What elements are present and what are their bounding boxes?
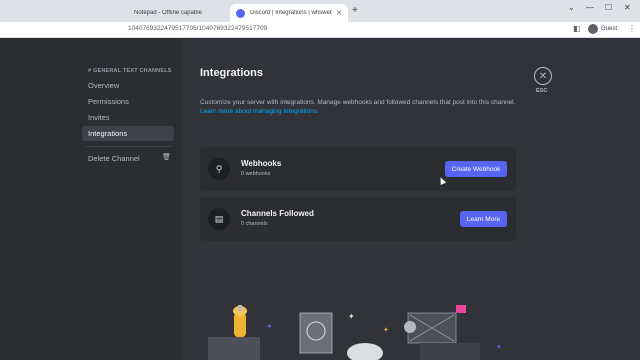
menu-icon[interactable]: ⋮ bbox=[628, 24, 636, 33]
maximize-button[interactable]: ☐ bbox=[605, 3, 612, 12]
svg-text:✦: ✦ bbox=[383, 326, 389, 334]
svg-text:✦: ✦ bbox=[348, 312, 355, 321]
browser-toolbar: 1040769322479517706/1040769322479517709 … bbox=[0, 22, 640, 38]
learn-more-button[interactable]: Learn More bbox=[460, 211, 507, 227]
browser-tab-notepad[interactable]: Notepad - Offline capable bbox=[128, 4, 230, 22]
page-title: Integrations bbox=[200, 67, 263, 79]
address-bar[interactable]: 1040769322479517706/1040769322479517709 bbox=[128, 25, 267, 32]
tab-title: Discord | Integrations | whswebh bbox=[250, 10, 333, 16]
trash-icon: 🗑 bbox=[162, 154, 171, 161]
browser-tab-discord[interactable]: Discord | Integrations | whswebh ✕ bbox=[230, 4, 348, 22]
learn-more-link[interactable]: Learn more about managing integrations. bbox=[200, 108, 319, 115]
esc-label: ESC bbox=[536, 88, 548, 94]
webhooks-card: ⚲ Webhooks 0 webhooks Create Webhook bbox=[200, 147, 516, 191]
delete-channel-button[interactable]: Delete Channel bbox=[82, 151, 174, 166]
channels-followed-card: ▤ Channels Followed 0 channels Learn Mor… bbox=[200, 197, 516, 241]
integrations-illustration: ✦ ✦ ✦ ✦ bbox=[208, 305, 502, 360]
close-settings-button[interactable]: ✕ bbox=[534, 67, 552, 85]
minimize-button[interactable]: — bbox=[586, 3, 594, 12]
card-title: Channels Followed bbox=[241, 209, 314, 218]
sidebar-divider bbox=[86, 146, 172, 147]
channels-followed-icon: ▤ bbox=[208, 208, 230, 230]
svg-text:✦: ✦ bbox=[266, 322, 273, 331]
sidebar-item-overview[interactable]: Overview bbox=[82, 78, 174, 93]
webhook-icon: ⚲ bbox=[208, 158, 230, 180]
browser-tabstrip: Notepad - Offline capable Discord | Inte… bbox=[0, 0, 640, 22]
tab-title: Notepad - Offline capable bbox=[134, 10, 202, 16]
sidebar-item-permissions[interactable]: Permissions bbox=[82, 94, 174, 109]
sidebar-category: # GENERAL TEXT CHANNELS bbox=[88, 68, 172, 74]
sidebar-item-integrations[interactable]: Integrations bbox=[82, 126, 174, 141]
close-window-button[interactable]: ✕ bbox=[624, 3, 631, 12]
card-subtitle: 0 channels bbox=[241, 221, 268, 227]
tab-search-icon[interactable]: ⌄ bbox=[568, 3, 575, 12]
new-tab-button[interactable]: + bbox=[352, 5, 358, 16]
sidebar-toggle-icon[interactable]: ◧ bbox=[573, 24, 581, 33]
avatar bbox=[588, 24, 598, 34]
card-title: Webhooks bbox=[241, 159, 282, 168]
profile-label: Guest bbox=[601, 26, 618, 32]
discord-favicon-icon bbox=[236, 8, 245, 18]
sidebar-item-invites[interactable]: Invites bbox=[82, 110, 174, 125]
card-subtitle: 0 webhooks bbox=[241, 171, 271, 177]
create-webhook-button[interactable]: Create Webhook bbox=[445, 161, 507, 177]
close-tab-icon[interactable]: ✕ bbox=[336, 9, 342, 17]
integrations-description: Customize your server with integrations.… bbox=[200, 99, 516, 106]
close-icon: ✕ bbox=[538, 70, 548, 82]
profile-button[interactable]: Guest bbox=[588, 24, 617, 34]
svg-text:✦: ✦ bbox=[496, 343, 502, 351]
